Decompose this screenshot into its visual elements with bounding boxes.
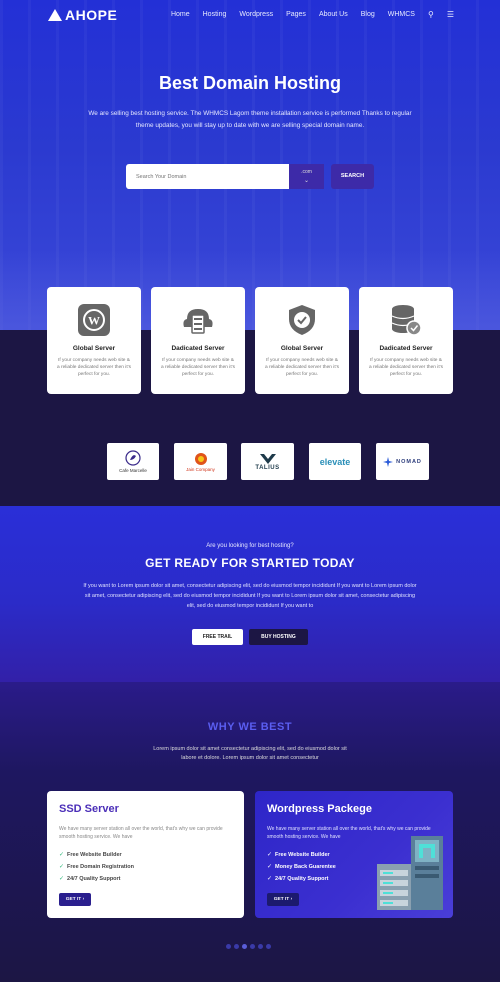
leaf-icon: [125, 450, 141, 466]
feature-card[interactable]: Dadicated Server If your company needs w…: [359, 287, 453, 394]
plan-feature: ✓ Money Back Guarentee: [267, 861, 336, 873]
hero-subtitle: We are selling best hosting service. The…: [88, 110, 412, 129]
feature-text: If your company needs web site & a relia…: [369, 358, 443, 377]
nav-link-pages[interactable]: Pages: [286, 11, 306, 18]
nav-link-whmcs[interactable]: WHMCS: [388, 11, 415, 18]
why-title: WHY WE BEST: [207, 721, 293, 733]
buy-hosting-button[interactable]: BUY HOSTING: [249, 629, 308, 645]
carousel-dot[interactable]: [258, 944, 263, 949]
carousel-dot[interactable]: [234, 944, 239, 949]
get-it-button[interactable]: GET IT ›: [59, 893, 91, 906]
logo[interactable]: AHOPE: [48, 7, 117, 23]
nav-link-hosting[interactable]: Hosting: [203, 11, 227, 18]
plan-feature: ✓ Free Domain Registration: [59, 861, 134, 873]
brand-logos: Cafe Marcelle Jain Company TALIUS elevat…: [0, 443, 500, 480]
carousel-dot[interactable]: [250, 944, 255, 949]
brand-name: NOMAD: [396, 458, 422, 465]
tld-select[interactable]: .com ⌄: [289, 164, 324, 189]
nav-links: Home Hosting Wordpress Pages About Us Bl…: [171, 10, 454, 19]
check-icon: ✓: [267, 876, 273, 882]
feature-title: Dadicated Server: [379, 345, 433, 352]
feature-text: If your company needs web site & a relia…: [265, 358, 339, 377]
feature-text: If your company needs web site & a relia…: [57, 358, 131, 377]
wordpress-icon: W: [77, 303, 111, 337]
brand-name: TALIUS: [255, 464, 280, 471]
feature-cards: W Global Server If your company needs we…: [47, 287, 453, 394]
domain-search-box: [126, 164, 289, 189]
cta-title: GET READY FOR STARTED TODAY: [145, 556, 355, 570]
star-logo-icon: [383, 456, 394, 467]
feature-card[interactable]: Dadicated Server If your company needs w…: [151, 287, 245, 394]
shield-check-icon: [285, 303, 319, 337]
get-it-button[interactable]: GET IT ›: [267, 893, 299, 906]
feature-title: Global Server: [280, 345, 324, 352]
brand-name: Cafe Marcelle: [119, 468, 147, 473]
feature-title: Dadicated Server: [171, 345, 225, 352]
search-icon[interactable]: ⚲: [428, 10, 434, 19]
feature-text: If your company needs web site & a relia…: [161, 358, 235, 377]
chevron-logo-icon: [259, 453, 276, 464]
free-trial-button[interactable]: FREE TRAIL: [192, 629, 243, 645]
arrow-right-icon: ›: [82, 897, 85, 902]
cta-text: If you want to Lorem ipsum dolor sit ame…: [83, 583, 417, 609]
brand-logo: NOMAD: [376, 443, 429, 480]
plan-title: SSD Server: [59, 803, 119, 815]
emblem-icon: [194, 452, 207, 465]
check-icon: ✓: [59, 852, 65, 858]
feature-title: Global Server: [72, 345, 116, 352]
carousel-dot-active[interactable]: [242, 944, 247, 949]
carousel-dot[interactable]: [226, 944, 231, 949]
check-icon: ✓: [59, 864, 65, 870]
plan-features: ✓ Free Website Builder ✓ Money Back Guaren…: [267, 849, 336, 885]
plan-feature: ✓ Free Website Builder: [267, 849, 336, 861]
why-subtitle: Lorem ipsum dolor sit amet consectetur a…: [153, 746, 347, 761]
carousel-dots: [226, 944, 271, 949]
plan-features: ✓ Free Website Builder ✓ Free Domain Regis…: [59, 849, 134, 885]
plan-description: We have many server station all over the…: [59, 826, 223, 840]
check-icon: ✓: [267, 852, 273, 858]
cta-pretitle: Are you looking for best hosting?: [206, 543, 294, 549]
brand-logo: TALIUS: [241, 443, 294, 480]
arrow-right-icon: ›: [290, 897, 293, 902]
logo-icon: [48, 9, 62, 21]
nav-link-blog[interactable]: Blog: [361, 11, 375, 18]
svg-text:W: W: [88, 314, 100, 328]
feature-card[interactable]: Global Server If your company needs web …: [255, 287, 349, 394]
carousel-dot[interactable]: [266, 944, 271, 949]
database-check-icon: [389, 303, 423, 337]
check-icon: ✓: [267, 864, 273, 870]
feature-card[interactable]: W Global Server If your company needs we…: [47, 287, 141, 394]
brand-name: elevate: [319, 456, 351, 467]
hero-title: Best Domain Hosting: [158, 73, 341, 93]
hero-section: AHOPE Home Hosting Wordpress Pages About…: [0, 0, 500, 330]
server-icon: [181, 303, 215, 337]
plan-card-wordpress: Wordpress Packege We have many server st…: [255, 791, 453, 918]
nav-link-wordpress[interactable]: Wordpress: [239, 11, 273, 18]
menu-icon[interactable]: ☰: [447, 10, 454, 19]
plan-feature: ✓ 24/7 Quality Support: [267, 873, 336, 885]
nav-link-about[interactable]: About Us: [319, 11, 348, 18]
plan-title: Wordpress Packege: [267, 803, 372, 815]
plan-feature: ✓ Free Website Builder: [59, 849, 134, 861]
plan-card-ssd: SSD Server We have many server station a…: [47, 791, 244, 918]
plan-feature: ✓ 24/7 Quality Support: [59, 873, 134, 885]
logo-text: AHOPE: [65, 7, 118, 23]
brand-logo: elevate: [309, 443, 361, 480]
server-rack-illustration: [377, 836, 443, 910]
cta-section: Are you looking for best hosting? GET RE…: [0, 506, 500, 682]
top-navigation: AHOPE Home Hosting Wordpress Pages About…: [0, 0, 500, 30]
brand-name: Jain Company: [186, 466, 215, 472]
check-icon: ✓: [59, 876, 65, 882]
chevron-down-icon: ⌄: [303, 178, 310, 184]
tld-value: .com: [301, 169, 312, 175]
brand-logo: Jain Company: [174, 443, 227, 480]
nav-link-home[interactable]: Home: [171, 11, 190, 18]
search-button[interactable]: SEARCH: [331, 164, 374, 189]
brand-logo: Cafe Marcelle: [107, 443, 159, 480]
domain-search-input[interactable]: [126, 164, 289, 189]
